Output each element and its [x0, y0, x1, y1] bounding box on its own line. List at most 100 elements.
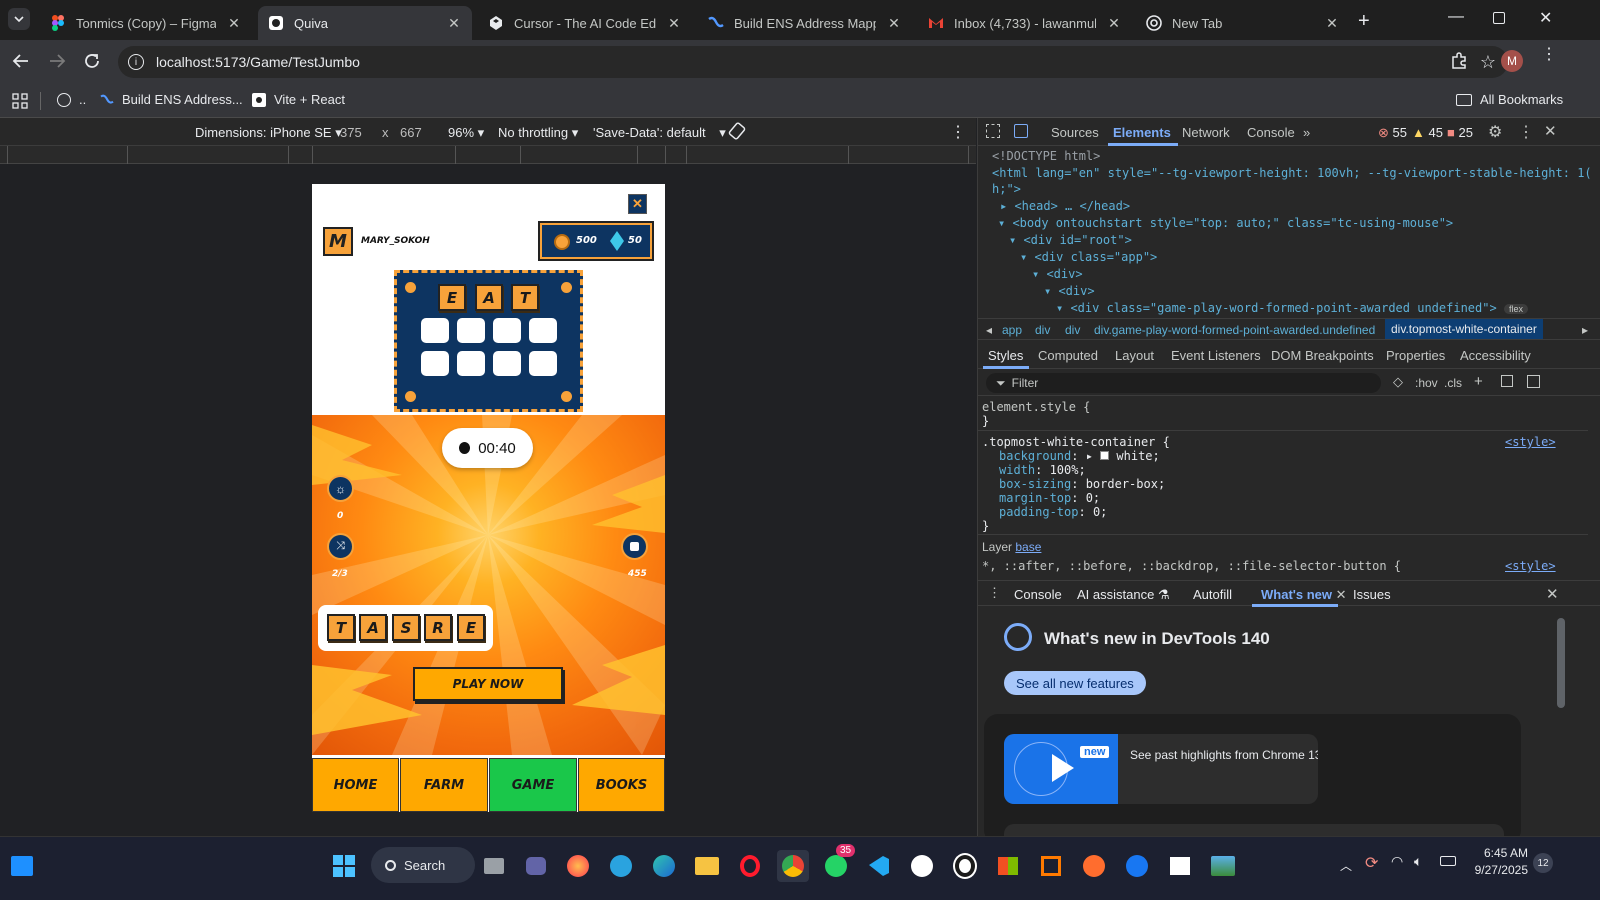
dom-line[interactable]: ▾ <div> [1044, 284, 1095, 298]
close-window-button[interactable]: ✕ [1539, 8, 1552, 28]
tab-console[interactable]: Console [1247, 125, 1295, 140]
more-options-icon[interactable]: ⋮ [950, 122, 966, 142]
letter-tile[interactable]: A [359, 614, 387, 641]
rule-declaration[interactable]: margin-top: 0; [999, 491, 1100, 505]
meet-icon[interactable] [520, 850, 552, 882]
rule-source-link[interactable]: <style> [1505, 435, 1556, 449]
color-swatch[interactable] [1100, 451, 1110, 460]
apps-icon[interactable] [12, 93, 28, 109]
menu-button[interactable]: ⋮ [1541, 47, 1557, 63]
site-info-icon[interactable]: i [128, 54, 144, 70]
sidebar-toggle-icon[interactable] [1527, 375, 1540, 388]
width-input[interactable]: 375 [340, 125, 362, 140]
avatar[interactable]: M [323, 227, 353, 256]
app-icon-2[interactable] [1035, 850, 1067, 882]
tab-cursor[interactable]: Cursor - The AI Code Editor ✕ [478, 6, 692, 40]
dom-line[interactable]: ▾ <div id="root"> [1009, 233, 1132, 247]
drawer-tab-autofill[interactable]: Autofill [1193, 587, 1232, 602]
nav-farm[interactable]: FARM [400, 758, 488, 812]
letter-tile[interactable]: T [327, 614, 355, 641]
firefox-icon[interactable] [562, 850, 594, 882]
extensions-button[interactable] [1450, 52, 1468, 70]
bookmark-ens[interactable]: Build ENS Address... [100, 92, 243, 107]
breadcrumb-item-active[interactable]: div.topmost-white-container [1385, 319, 1543, 339]
close-icon[interactable]: ✕ [886, 15, 902, 32]
warning-count[interactable]: ▲ 45 [1412, 125, 1443, 140]
element-style-selector[interactable]: element.style { [982, 400, 1090, 414]
start-button[interactable] [328, 850, 360, 882]
error-count[interactable]: ⊗ 55 [1378, 125, 1407, 141]
close-icon[interactable]: ✕ [666, 15, 682, 32]
paint-icon[interactable] [1501, 375, 1513, 387]
settings-icon[interactable]: ⚙ [1488, 122, 1502, 142]
address-bar[interactable]: i localhost:5173/Game/TestJumbo ☆ [118, 46, 1508, 78]
dom-line[interactable]: <html lang="en" style="--tg-viewport-hei… [992, 166, 1592, 180]
back-button[interactable] [12, 52, 30, 70]
drawer-tab-ai[interactable]: AI assistance ⚗ [1077, 587, 1170, 603]
rotate-icon[interactable] [728, 122, 746, 140]
rule-declaration[interactable]: width: 100%; [999, 463, 1086, 477]
cls-toggle[interactable]: .cls [1444, 376, 1462, 390]
tab-dom-breakpoints[interactable]: DOM Breakpoints [1271, 348, 1374, 363]
hint-powerup-button[interactable]: ☼ [327, 475, 354, 502]
widgets-icon[interactable] [6, 850, 38, 882]
app-icon-3[interactable] [1078, 850, 1110, 882]
filter-input[interactable]: ⏷ Filter [986, 373, 1381, 393]
hov-toggle[interactable]: :hov [1415, 376, 1438, 390]
close-button[interactable]: ✕ [628, 194, 647, 214]
chevron-left-icon[interactable]: ◂ [986, 323, 992, 337]
tab-ens[interactable]: Build ENS Address Mapping ✕ [698, 6, 912, 40]
nav-home[interactable]: HOME [312, 758, 399, 812]
show-hidden-icons[interactable]: ︿ [1340, 857, 1352, 874]
url-text[interactable]: localhost:5173/Game/TestJumbo [156, 54, 360, 70]
dom-line[interactable]: ▾ <div class="app"> [1020, 250, 1157, 264]
dom-line[interactable]: ▸ <head> … </head> [1000, 199, 1130, 213]
volume-icon[interactable]: 🔈︎ [1414, 853, 1422, 870]
whatsapp-desktop-icon[interactable] [906, 850, 938, 882]
tab-gmail[interactable]: Inbox (4,733) - lawanmuham ✕ [918, 6, 1132, 40]
clock[interactable]: 6:45 AM 9/27/2025 [1468, 845, 1528, 879]
all-bookmarks[interactable]: All Bookmarks [1456, 92, 1563, 107]
drawer-tab-issues[interactable]: Issues [1353, 587, 1391, 602]
drawer-tab-whats-new[interactable]: What's new ✕ [1261, 587, 1347, 603]
letter-tile[interactable]: R [424, 614, 452, 641]
close-icon[interactable]: ✕ [1324, 15, 1340, 32]
edge-icon[interactable] [648, 850, 680, 882]
breadcrumb-item[interactable]: div [1035, 323, 1050, 337]
tab-search-button[interactable] [8, 8, 30, 30]
minimize-button[interactable]: — [1448, 8, 1464, 26]
save-data-select[interactable]: 'Save-Data': default ▾ [593, 125, 726, 141]
bookmark-vite[interactable]: Vite + React [252, 92, 345, 107]
layers-icon[interactable]: ◇ [1393, 374, 1403, 390]
rule-declaration[interactable]: background: ▸ white; [999, 449, 1160, 463]
highlight-item[interactable]: new See past highlights from Chrome 139 [1004, 734, 1318, 804]
star-icon[interactable]: ☆ [1480, 52, 1496, 73]
tab-computed[interactable]: Computed [1038, 348, 1098, 363]
chrome-taskbar-icon[interactable] [777, 850, 809, 882]
tab-properties[interactable]: Properties [1386, 348, 1445, 363]
zoom-select[interactable]: 96% ▾ [448, 125, 484, 141]
app-icon-4[interactable] [1164, 850, 1196, 882]
close-icon[interactable]: ✕ [446, 15, 462, 32]
tab-network[interactable]: Network [1182, 125, 1230, 140]
vscode-icon[interactable] [863, 850, 895, 882]
dom-line[interactable]: ▾ <div class="game-play-word-formed-poin… [1056, 301, 1528, 315]
drawer-tab-console[interactable]: Console [1014, 587, 1062, 602]
nav-books[interactable]: BOOKS [578, 758, 665, 812]
dom-line[interactable]: h;"> [992, 182, 1021, 196]
app-icon[interactable] [949, 850, 981, 882]
telegram-icon[interactable] [605, 850, 637, 882]
breadcrumb-item[interactable]: div [1065, 323, 1080, 337]
tab-elements[interactable]: Elements [1113, 125, 1171, 140]
new-tab-button[interactable]: + [1358, 10, 1370, 33]
dom-line[interactable]: ▾ <div> [1032, 267, 1083, 281]
reload-button[interactable] [83, 52, 101, 70]
more-options-icon[interactable]: ⋮ [1518, 122, 1534, 142]
app-icon-5[interactable] [1207, 850, 1239, 882]
device-select[interactable]: Dimensions: iPhone SE ▾ [195, 125, 342, 141]
opera-icon[interactable] [734, 850, 766, 882]
close-icon[interactable]: ✕ [1106, 15, 1122, 32]
rule-selector[interactable]: .topmost-white-container { [982, 435, 1170, 449]
letter-tile[interactable]: S [392, 614, 420, 641]
task-view-icon[interactable] [478, 850, 510, 882]
